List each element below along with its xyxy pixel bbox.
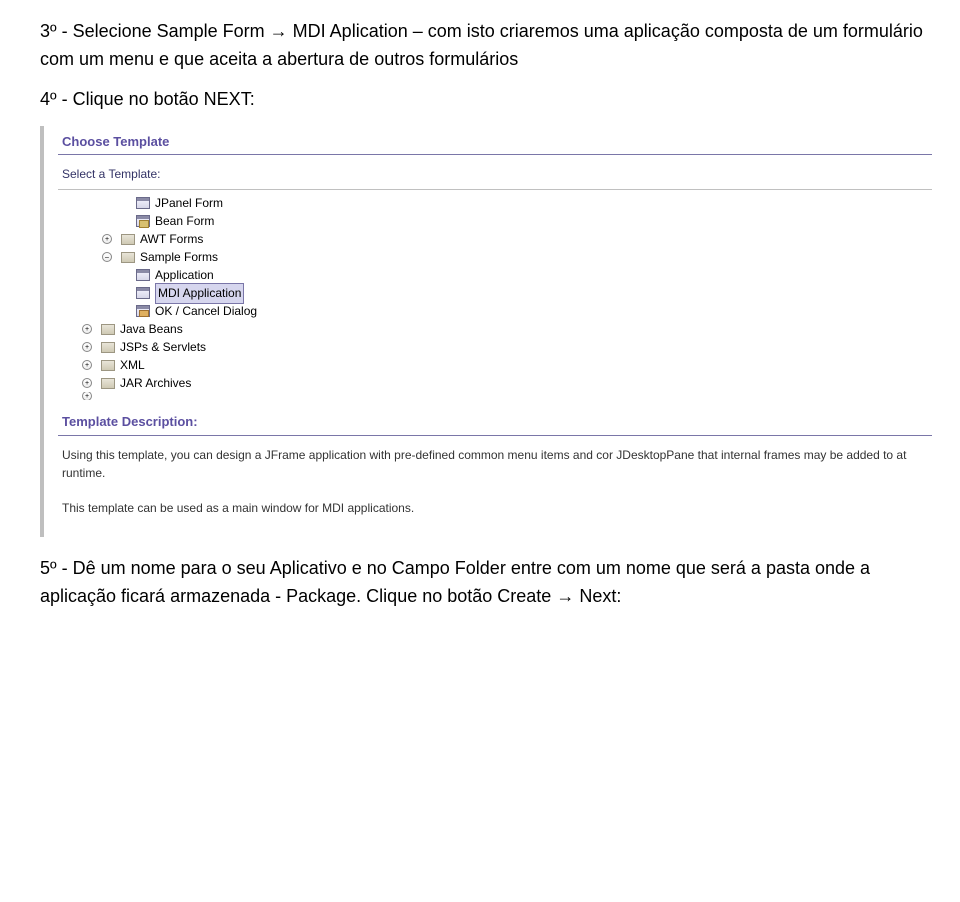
folder-icon <box>101 360 115 371</box>
instruction-step-3: 3º - Selecione Sample Form → MDI Aplicat… <box>40 18 932 74</box>
expand-icon: + <box>82 392 92 400</box>
expand-icon[interactable]: + <box>102 234 112 244</box>
tree-item-jpanel-form[interactable]: JPanel Form <box>62 194 932 212</box>
tree-item-application[interactable]: Application <box>62 266 932 284</box>
text: 5º - Dê um nome para o seu Aplicativo e … <box>40 558 870 606</box>
folder-icon <box>121 252 135 263</box>
form-icon <box>136 269 150 281</box>
tree-item-sample-forms[interactable]: – Sample Forms <box>62 248 932 266</box>
template-wizard-screenshot: Choose Template Select a Template: JPane… <box>40 126 932 538</box>
tree-label: Java Beans <box>120 320 183 339</box>
folder-icon <box>101 324 115 335</box>
form-icon <box>136 287 150 299</box>
tree-item-jsps-servlets[interactable]: + JSPs & Servlets <box>62 338 932 356</box>
tree-label: JSPs & Servlets <box>120 338 206 357</box>
tree-label-selected: MDI Application <box>155 283 244 304</box>
template-tree[interactable]: JPanel Form Bean Form + AWT Forms – <box>58 189 932 400</box>
template-description-text: Using this template, you can design a JF… <box>58 446 932 518</box>
wizard-header: Choose Template <box>58 132 932 155</box>
tree-item-mdi-application[interactable]: MDI Application <box>62 284 932 302</box>
tree-label: JPanel Form <box>155 194 223 213</box>
folder-icon <box>101 378 115 389</box>
tree-label: Sample Forms <box>140 248 218 267</box>
tree-label: JAR Archives <box>120 374 191 393</box>
form-icon <box>136 215 150 227</box>
tree-label: Bean Form <box>155 212 214 231</box>
expand-icon[interactable]: + <box>82 324 92 334</box>
tree-item-jar-archives[interactable]: + JAR Archives <box>62 374 932 392</box>
form-icon <box>136 305 150 317</box>
tree-label: XML <box>120 356 145 375</box>
form-icon <box>136 197 150 209</box>
text: Next: <box>574 586 621 606</box>
arrow-icon: → <box>270 21 288 41</box>
instruction-step-5: 5º - Dê um nome para o seu Aplicativo e … <box>40 555 932 611</box>
folder-icon <box>121 234 135 245</box>
folder-icon <box>101 342 115 353</box>
select-template-label: Select a Template: <box>58 165 932 184</box>
tree-item-java-beans[interactable]: + Java Beans <box>62 320 932 338</box>
description-paragraph: This template can be used as a main wind… <box>62 499 932 518</box>
tree-item-bean-form[interactable]: Bean Form <box>62 212 932 230</box>
tree-label: Application <box>155 266 214 285</box>
expand-icon[interactable]: + <box>82 378 92 388</box>
expand-icon[interactable]: + <box>82 360 92 370</box>
tree-item-xml[interactable]: + XML <box>62 356 932 374</box>
tree-label: AWT Forms <box>140 230 203 249</box>
tree-label: OK / Cancel Dialog <box>155 302 257 321</box>
instruction-step-4: 4º - Clique no botão NEXT: <box>40 86 932 114</box>
text: 4º - Clique no botão NEXT: <box>40 89 255 109</box>
collapse-icon[interactable]: – <box>102 252 112 262</box>
tree-item-truncated: + <box>62 392 932 400</box>
description-paragraph: Using this template, you can design a JF… <box>62 446 932 483</box>
tree-item-ok-cancel[interactable]: OK / Cancel Dialog <box>62 302 932 320</box>
tree-item-awt-forms[interactable]: + AWT Forms <box>62 230 932 248</box>
text: 3º - Selecione Sample Form <box>40 21 270 41</box>
expand-icon[interactable]: + <box>82 342 92 352</box>
template-description-header: Template Description: <box>58 400 932 435</box>
arrow-icon: → <box>556 586 574 606</box>
